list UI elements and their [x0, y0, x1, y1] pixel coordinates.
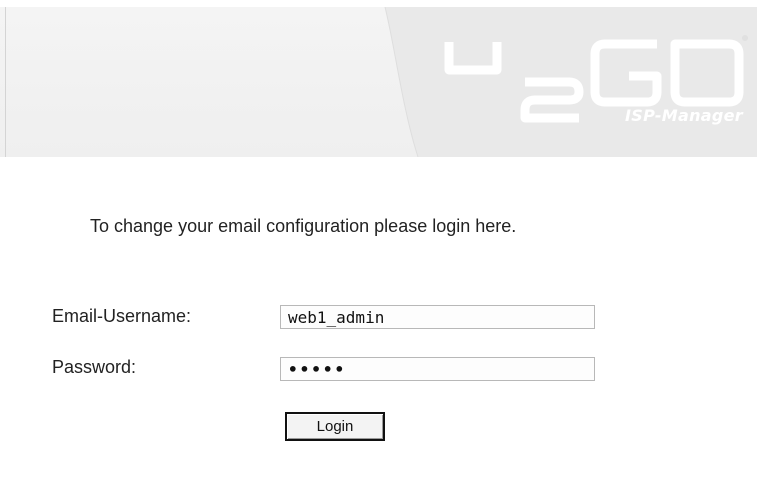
42go-logo-icon — [444, 35, 748, 123]
password-label: Password: — [52, 357, 137, 377]
logo-caption: ISP-Manager — [625, 106, 743, 125]
intro-text: To change your email configuration pleas… — [90, 216, 517, 236]
login-page: ISP-Manager To change your email configu… — [0, 0, 757, 504]
password-input[interactable] — [280, 357, 595, 381]
login-button[interactable]: Login — [285, 412, 385, 441]
email-username-input[interactable] — [280, 305, 595, 329]
username-label: Email-Username: — [52, 306, 192, 326]
header-banner: ISP-Manager — [0, 0, 757, 157]
header-left-border — [5, 7, 6, 157]
